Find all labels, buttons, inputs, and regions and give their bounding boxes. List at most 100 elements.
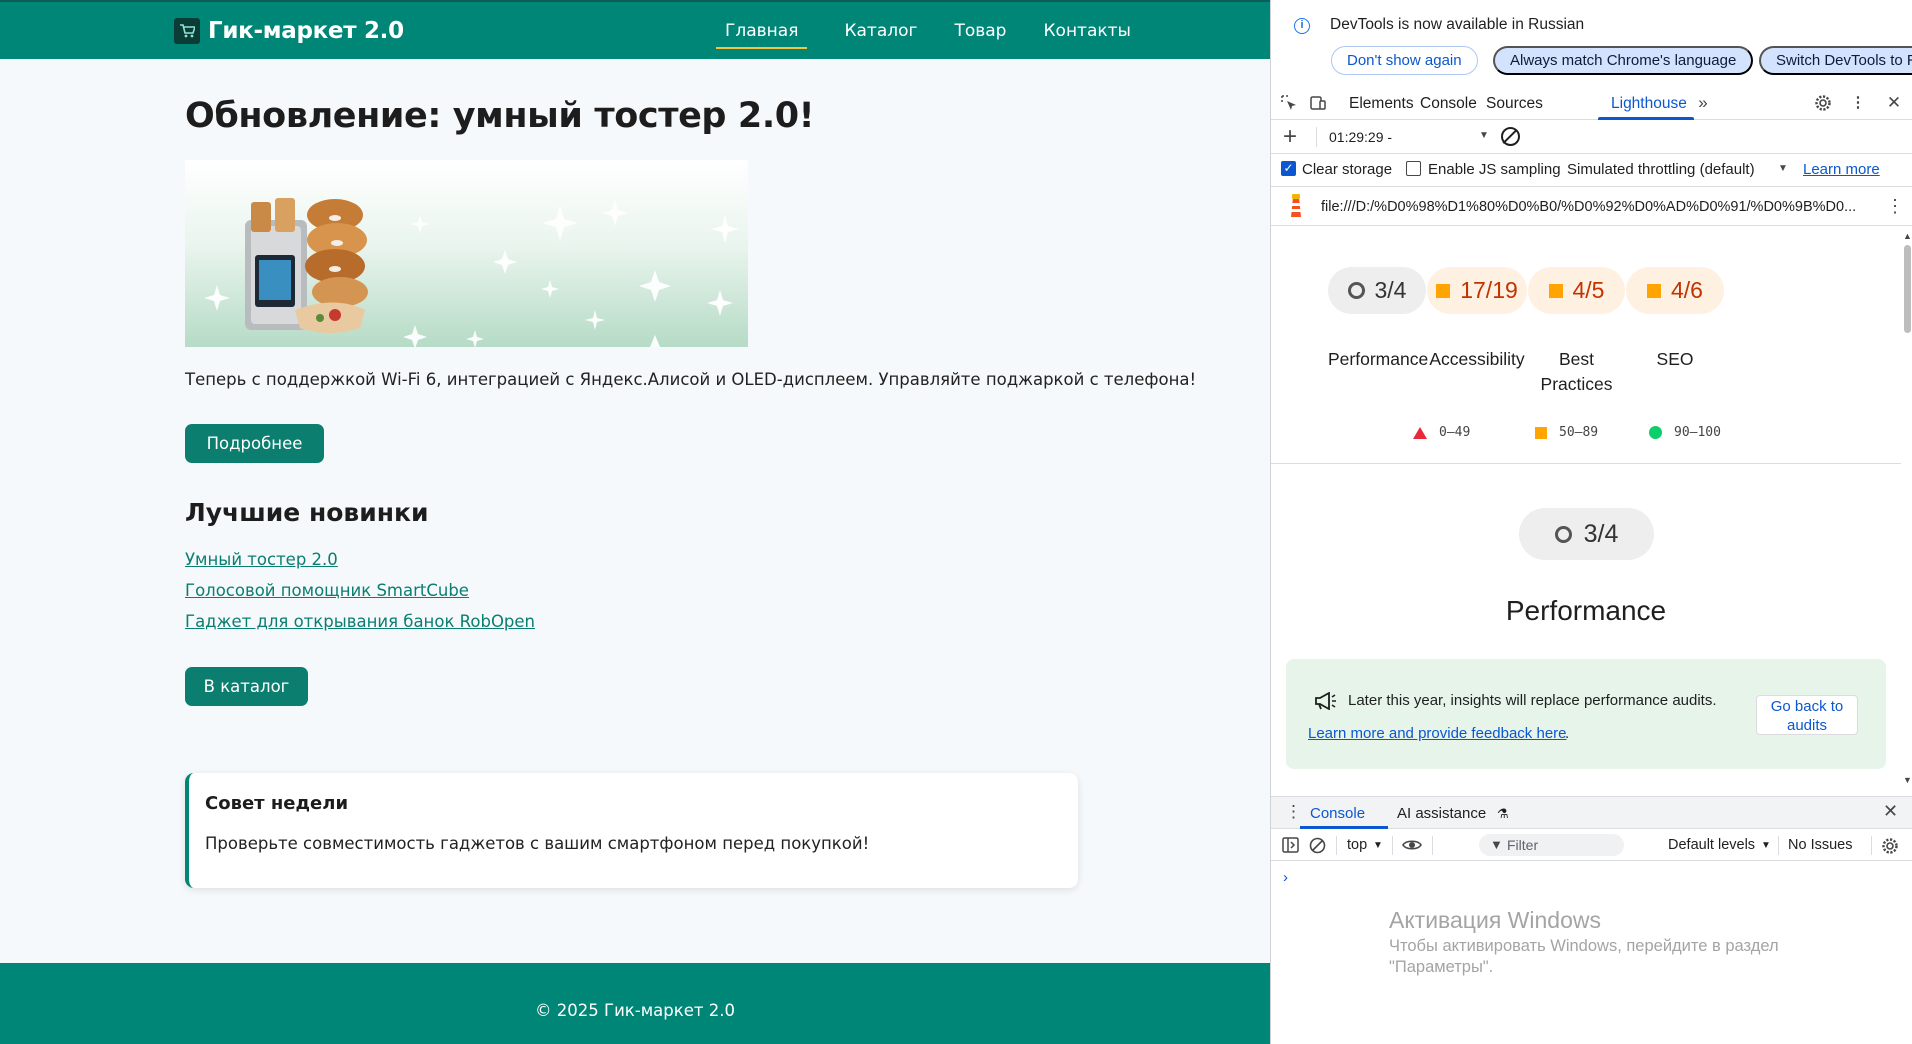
clear-storage-label: Clear storage — [1302, 161, 1393, 178]
nav-item-home[interactable]: Главная — [716, 21, 808, 49]
new-item-link[interactable]: Голосовой помощник SmartCube — [185, 581, 469, 600]
hero-text: Теперь с поддержкой Wi-Fi 6, интеграцией… — [185, 370, 1197, 389]
legend-range: 50–89 — [1559, 425, 1599, 440]
score-value: 17/19 — [1460, 277, 1518, 303]
nav-link-catalog[interactable]: Каталог — [844, 21, 917, 47]
clear-reports-icon[interactable] — [1501, 127, 1520, 146]
average-square-icon — [1548, 283, 1563, 298]
toolbar-divider — [1432, 836, 1433, 855]
pass-circle-icon — [1649, 426, 1662, 439]
report-menu-icon[interactable]: ⋮ — [1886, 196, 1904, 217]
settings-gear-icon[interactable] — [1814, 94, 1832, 112]
nav-link-home[interactable]: Главная — [716, 21, 808, 49]
hero-banner-image — [185, 160, 748, 347]
lighthouse-toolbar: + 01:29:29 - ▼ — [1271, 121, 1912, 154]
new-item-link[interactable]: Умный тостер 2.0 — [185, 550, 338, 569]
list-item: Голосовой помощник SmartCube — [185, 581, 535, 612]
device-toolbar-icon[interactable] — [1309, 94, 1327, 112]
clear-console-icon[interactable] — [1309, 837, 1326, 858]
nav-item-contacts[interactable]: Контакты — [1043, 21, 1131, 49]
banner-artwork — [204, 198, 739, 347]
learn-more-link[interactable]: Learn more — [1803, 161, 1880, 178]
legend-average: 50–89 — [1535, 425, 1598, 440]
site-logo[interactable]: Гик-маркет 2.0 — [174, 18, 404, 44]
neutral-circle-icon — [1554, 525, 1572, 543]
infobar-text: DevTools is now available in Russian — [1330, 16, 1585, 33]
console-filter-input[interactable]: ▼ Filter — [1479, 834, 1624, 856]
scroll-up-arrow-icon[interactable]: ▲ — [1903, 231, 1912, 241]
tip-title: Совет недели — [205, 793, 349, 814]
kebab-menu-icon[interactable]: ⋮ — [1849, 94, 1867, 112]
tip-card: Совет недели Проверьте совместимость гад… — [185, 773, 1078, 888]
performance-title: Performance — [1505, 595, 1667, 626]
js-sampling-label: Enable JS sampling — [1428, 161, 1561, 178]
new-items-list: Умный тостер 2.0 Голосовой помощник Smar… — [185, 550, 535, 643]
drawer-tab-console[interactable]: Console — [1310, 805, 1365, 822]
tab-elements[interactable]: Elements — [1349, 95, 1414, 113]
insights-message: Later this year, insights will replace p… — [1348, 692, 1717, 709]
live-expression-eye-icon[interactable] — [1402, 837, 1422, 857]
throttling-caret-icon[interactable]: ▼ — [1778, 163, 1788, 174]
throttling-select[interactable]: Simulated throttling (default) — [1567, 161, 1755, 178]
sidebar-toggle-icon[interactable] — [1282, 837, 1299, 857]
scroll-down-arrow-icon[interactable]: ▼ — [1903, 775, 1912, 785]
inspect-element-icon[interactable] — [1280, 94, 1298, 112]
report-dropdown-caret-icon[interactable]: ▼ — [1479, 130, 1489, 141]
dont-show-again-button[interactable]: Don't show again — [1331, 46, 1478, 75]
score-seo[interactable]: 4/6 — [1626, 267, 1724, 314]
tip-text: Проверьте совместимость гаджетов с вашим… — [205, 834, 870, 853]
tab-console[interactable]: Console — [1420, 95, 1477, 113]
main-nav: Главная Каталог Товар Контакты — [716, 21, 1168, 49]
devtools-panel: i DevTools is now available in Russian D… — [1270, 0, 1912, 1044]
toolbar-divider — [1871, 836, 1872, 855]
scroll-thumb[interactable] — [1904, 245, 1911, 333]
average-square-icon — [1647, 283, 1661, 298]
issues-counter[interactable]: No Issues — [1788, 837, 1852, 853]
tab-sources[interactable]: Sources — [1486, 95, 1543, 113]
nav-item-catalog[interactable]: Каталог — [844, 21, 917, 49]
nav-link-product[interactable]: Товар — [954, 21, 1006, 47]
site-footer: © 2025 Гик-маркет 2.0 — [0, 963, 1270, 1044]
switch-language-button[interactable]: Switch DevTools to R — [1759, 46, 1912, 75]
more-tabs-icon[interactable]: » — [1694, 94, 1712, 112]
performance-score-value: 3/4 — [1583, 519, 1619, 548]
nav-link-contacts[interactable]: Контакты — [1043, 21, 1131, 47]
experiment-flask-icon: ⚗ — [1497, 806, 1509, 821]
context-select[interactable]: top — [1347, 837, 1367, 853]
close-drawer-icon[interactable]: ✕ — [1883, 801, 1898, 822]
console-prompt-chevron-icon[interactable]: › — [1283, 869, 1288, 886]
clear-storage-checkbox[interactable]: ✓ — [1281, 161, 1296, 176]
close-devtools-icon[interactable]: ✕ — [1885, 94, 1903, 112]
js-sampling-checkbox[interactable] — [1406, 161, 1421, 176]
always-match-language-button[interactable]: Always match Chrome's language — [1493, 46, 1754, 75]
log-levels-caret-icon[interactable]: ▼ — [1761, 840, 1771, 851]
toolbar-divider — [1336, 836, 1337, 855]
more-button[interactable]: Подробнее — [185, 424, 324, 463]
lighthouse-settings-bar: ✓ Clear storage Enable JS sampling Simul… — [1271, 155, 1912, 187]
nav-item-product[interactable]: Товар — [954, 21, 1006, 49]
score-accessibility[interactable]: 17/19 — [1427, 267, 1527, 314]
score-best-practices[interactable]: 4/5 — [1528, 267, 1625, 314]
new-item-link[interactable]: Гаджет для открывания банок RobOpen — [185, 612, 535, 631]
report-scrollbar[interactable]: ▲ ▼ — [1901, 227, 1912, 789]
log-levels-select[interactable]: Default levels — [1668, 837, 1755, 853]
new-report-plus-icon[interactable]: + — [1283, 123, 1297, 151]
score-performance[interactable]: 3/4 — [1328, 267, 1426, 314]
report-selector[interactable]: 01:29:29 - — [1329, 129, 1392, 145]
context-caret-icon[interactable]: ▼ — [1373, 840, 1383, 851]
list-item: Гаджет для открывания банок RobOpen — [185, 612, 535, 643]
tab-lighthouse[interactable]: Lighthouse — [1611, 95, 1687, 113]
go-back-to-audits-button[interactable]: Go back to audits — [1756, 695, 1858, 735]
activation-text: Чтобы активировать Windows, перейдите в … — [1389, 937, 1779, 976]
performance-score-gauge: 3/4 — [1519, 508, 1654, 560]
toolbar-divider — [1316, 127, 1317, 147]
console-settings-gear-icon[interactable] — [1881, 837, 1899, 859]
score-value: 4/5 — [1572, 277, 1605, 303]
toolbar-divider — [1778, 836, 1779, 855]
catalog-button[interactable]: В каталог — [185, 667, 308, 706]
drawer-tab-ai-assistance[interactable]: AI assistance — [1397, 805, 1486, 822]
insights-feedback-link[interactable]: Learn more and provide feedback here — [1308, 725, 1567, 742]
list-item: Умный тостер 2.0 — [185, 550, 535, 581]
score-value: 4/6 — [1671, 277, 1703, 303]
drawer-menu-icon[interactable]: ⋮ — [1285, 802, 1302, 822]
